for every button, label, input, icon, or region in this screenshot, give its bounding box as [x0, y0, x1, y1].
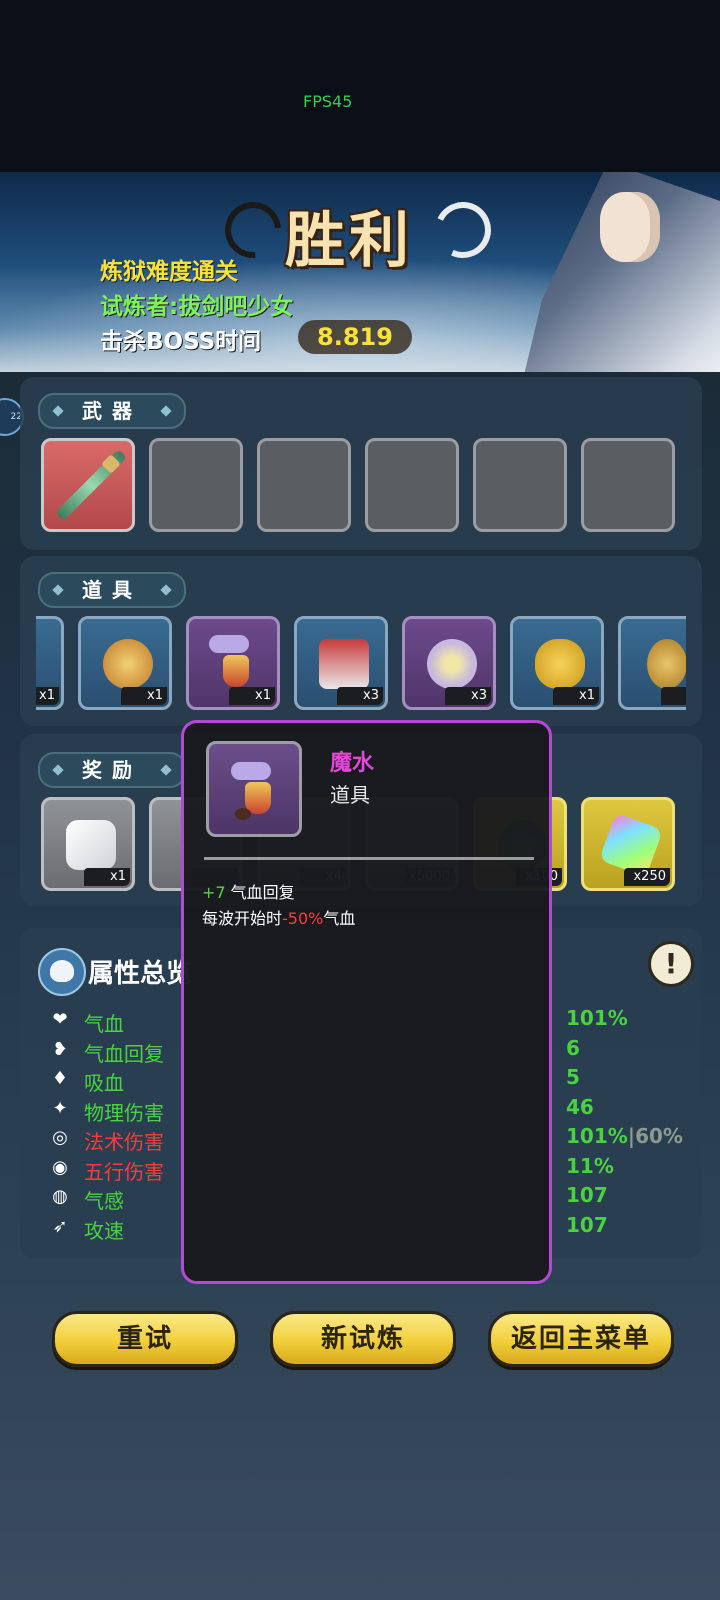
attributes-title: 属性总览: [88, 959, 193, 989]
attribute-label: 物理伤害: [84, 1100, 164, 1125]
attribute-label: 气血: [84, 1012, 124, 1036]
fps-counter: FPS45: [303, 92, 353, 111]
attribute-value-main: 101%: [566, 1006, 628, 1030]
item-qty: x3: [445, 687, 491, 705]
item-slot[interactable]: x1: [78, 616, 172, 710]
attribute-label: 五行伤害: [84, 1159, 164, 1184]
weapon-slot-5[interactable]: [473, 438, 567, 532]
items-section-label: 道具: [38, 572, 186, 608]
lifesteal-drop-icon: ♦: [51, 1068, 69, 1089]
reward-qty: x1: [84, 868, 130, 886]
boss-time-value: 8.819: [298, 320, 412, 354]
attribute-value-secondary: |60%: [627, 1124, 683, 1148]
heart-regen-icon: ❥: [52, 1038, 68, 1060]
weapon-slot-6[interactable]: [581, 438, 675, 532]
item-qty: x1: [36, 687, 59, 705]
attribute-label: 吸血: [84, 1071, 124, 1095]
victory-title: 胜利: [285, 206, 413, 276]
tooltip-item-slot: [206, 741, 302, 837]
effect-1-text: 气血回复: [225, 883, 295, 902]
attribute-value: 107: [566, 1183, 608, 1207]
attack-speed-icon: ➶: [52, 1215, 68, 1237]
weapon-slot-4[interactable]: [365, 438, 459, 532]
stone-icon: [235, 808, 251, 820]
items-scroll-strip[interactable]: x1 x1 x1 x3 x3 x1: [36, 616, 686, 716]
golden-pig-icon: [535, 639, 585, 689]
element-damage-icon: ◉: [52, 1156, 68, 1178]
reward-slot-6[interactable]: x250: [581, 797, 675, 891]
weapons-section-label: 武器: [38, 393, 186, 429]
item-qty: [661, 687, 686, 705]
white-stone-icon: [66, 820, 116, 870]
difficulty-cleared-text: 炼狱难度通关: [100, 259, 238, 285]
tooltip-effect-2: 每波开始时-50%气血: [202, 905, 355, 929]
item-slot[interactable]: [618, 616, 686, 710]
gourd-vase-icon: [103, 639, 153, 689]
physical-damage-icon: ✦: [52, 1097, 68, 1119]
main-menu-button[interactable]: 返回主菜单: [488, 1311, 674, 1367]
item-qty: x1: [229, 687, 275, 705]
weapon-slot-2[interactable]: [149, 438, 243, 532]
item-slot[interactable]: x3: [402, 616, 496, 710]
item-slot[interactable]: x1: [36, 616, 64, 710]
attribute-value: 5: [566, 1065, 580, 1089]
attribute-value: 107: [566, 1213, 608, 1237]
attribute-label: 法术伤害: [84, 1130, 164, 1154]
magic-damage-icon: ◎: [52, 1127, 68, 1148]
attribute-value: 46: [566, 1095, 594, 1119]
retry-button[interactable]: 重试: [52, 1311, 238, 1367]
tooltip-item-type: 道具: [330, 783, 370, 807]
weapon-slot-1[interactable]: [41, 438, 135, 532]
attribute-value-main: 101%: [566, 1124, 628, 1148]
item-qty: x1: [121, 687, 167, 705]
info-alert-button[interactable]: !: [648, 941, 694, 987]
heart-icon: ❤: [52, 1009, 68, 1030]
boss-time-label: 击杀BOSS时间: [100, 329, 262, 355]
attribute-value-main: 6: [566, 1035, 580, 1060]
victory-banner: 胜利 炼狱难度通关 试炼者:拔剑吧少女 击杀BOSS时间 8.819: [0, 172, 720, 372]
item-slot[interactable]: x1: [510, 616, 604, 710]
attribute-label: 攻速: [84, 1218, 124, 1243]
attribute-value: 6: [566, 1036, 580, 1060]
gourd-icon: [647, 639, 686, 689]
attribute-value: 101%|60%: [566, 1124, 683, 1148]
magic-water-smoke-icon: [209, 635, 249, 653]
attribute-value-main: 11%: [566, 1153, 614, 1178]
attribute-label: 气感: [84, 1189, 124, 1213]
item-slot[interactable]: x3: [294, 616, 388, 710]
attribute-value-main: 107: [566, 1212, 608, 1237]
challenger-name-text: 试炼者:拔剑吧少女: [100, 294, 294, 320]
reward-qty: x250: [624, 868, 670, 886]
tooltip-effect-1: +7 气血回复: [202, 879, 295, 903]
effect-2-suffix: 气血: [323, 909, 356, 928]
attribute-value: 11%: [566, 1154, 614, 1178]
rewards-section-label: 奖励: [38, 752, 186, 788]
tooltip-divider: [204, 857, 534, 860]
new-trial-button[interactable]: 新试炼: [270, 1311, 456, 1367]
effect-1-value: +7: [202, 883, 226, 902]
attribute-value-main: 5: [566, 1065, 580, 1089]
effect-2-value: -50%: [282, 909, 324, 928]
item-tooltip: 魔水 道具 +7 气血回复 每波开始时-50%气血: [181, 720, 552, 1284]
weapon-slot-3[interactable]: [257, 438, 351, 532]
claw-orb-icon: [427, 639, 477, 689]
qi-sense-icon: ◍: [52, 1186, 68, 1207]
attribute-value: 101%: [566, 1006, 628, 1030]
item-qty: x1: [553, 687, 599, 705]
effect-2-prefix: 每波开始时: [202, 909, 283, 928]
attributes-emblem-icon: [38, 948, 86, 996]
magic-water-smoke-icon: [231, 762, 271, 780]
attribute-value-main: 46: [566, 1094, 594, 1119]
hero-face: [600, 192, 660, 262]
book-scroll-icon: [319, 639, 369, 689]
reward-slot-1[interactable]: x1: [41, 797, 135, 891]
attribute-value-main: 107: [566, 1183, 608, 1207]
item-slot[interactable]: x1: [186, 616, 280, 710]
item-qty: x3: [337, 687, 383, 705]
tooltip-item-name: 魔水: [330, 751, 375, 776]
magic-water-bottle-icon: [223, 655, 249, 687]
attribute-label: 气血回复: [84, 1041, 164, 1066]
